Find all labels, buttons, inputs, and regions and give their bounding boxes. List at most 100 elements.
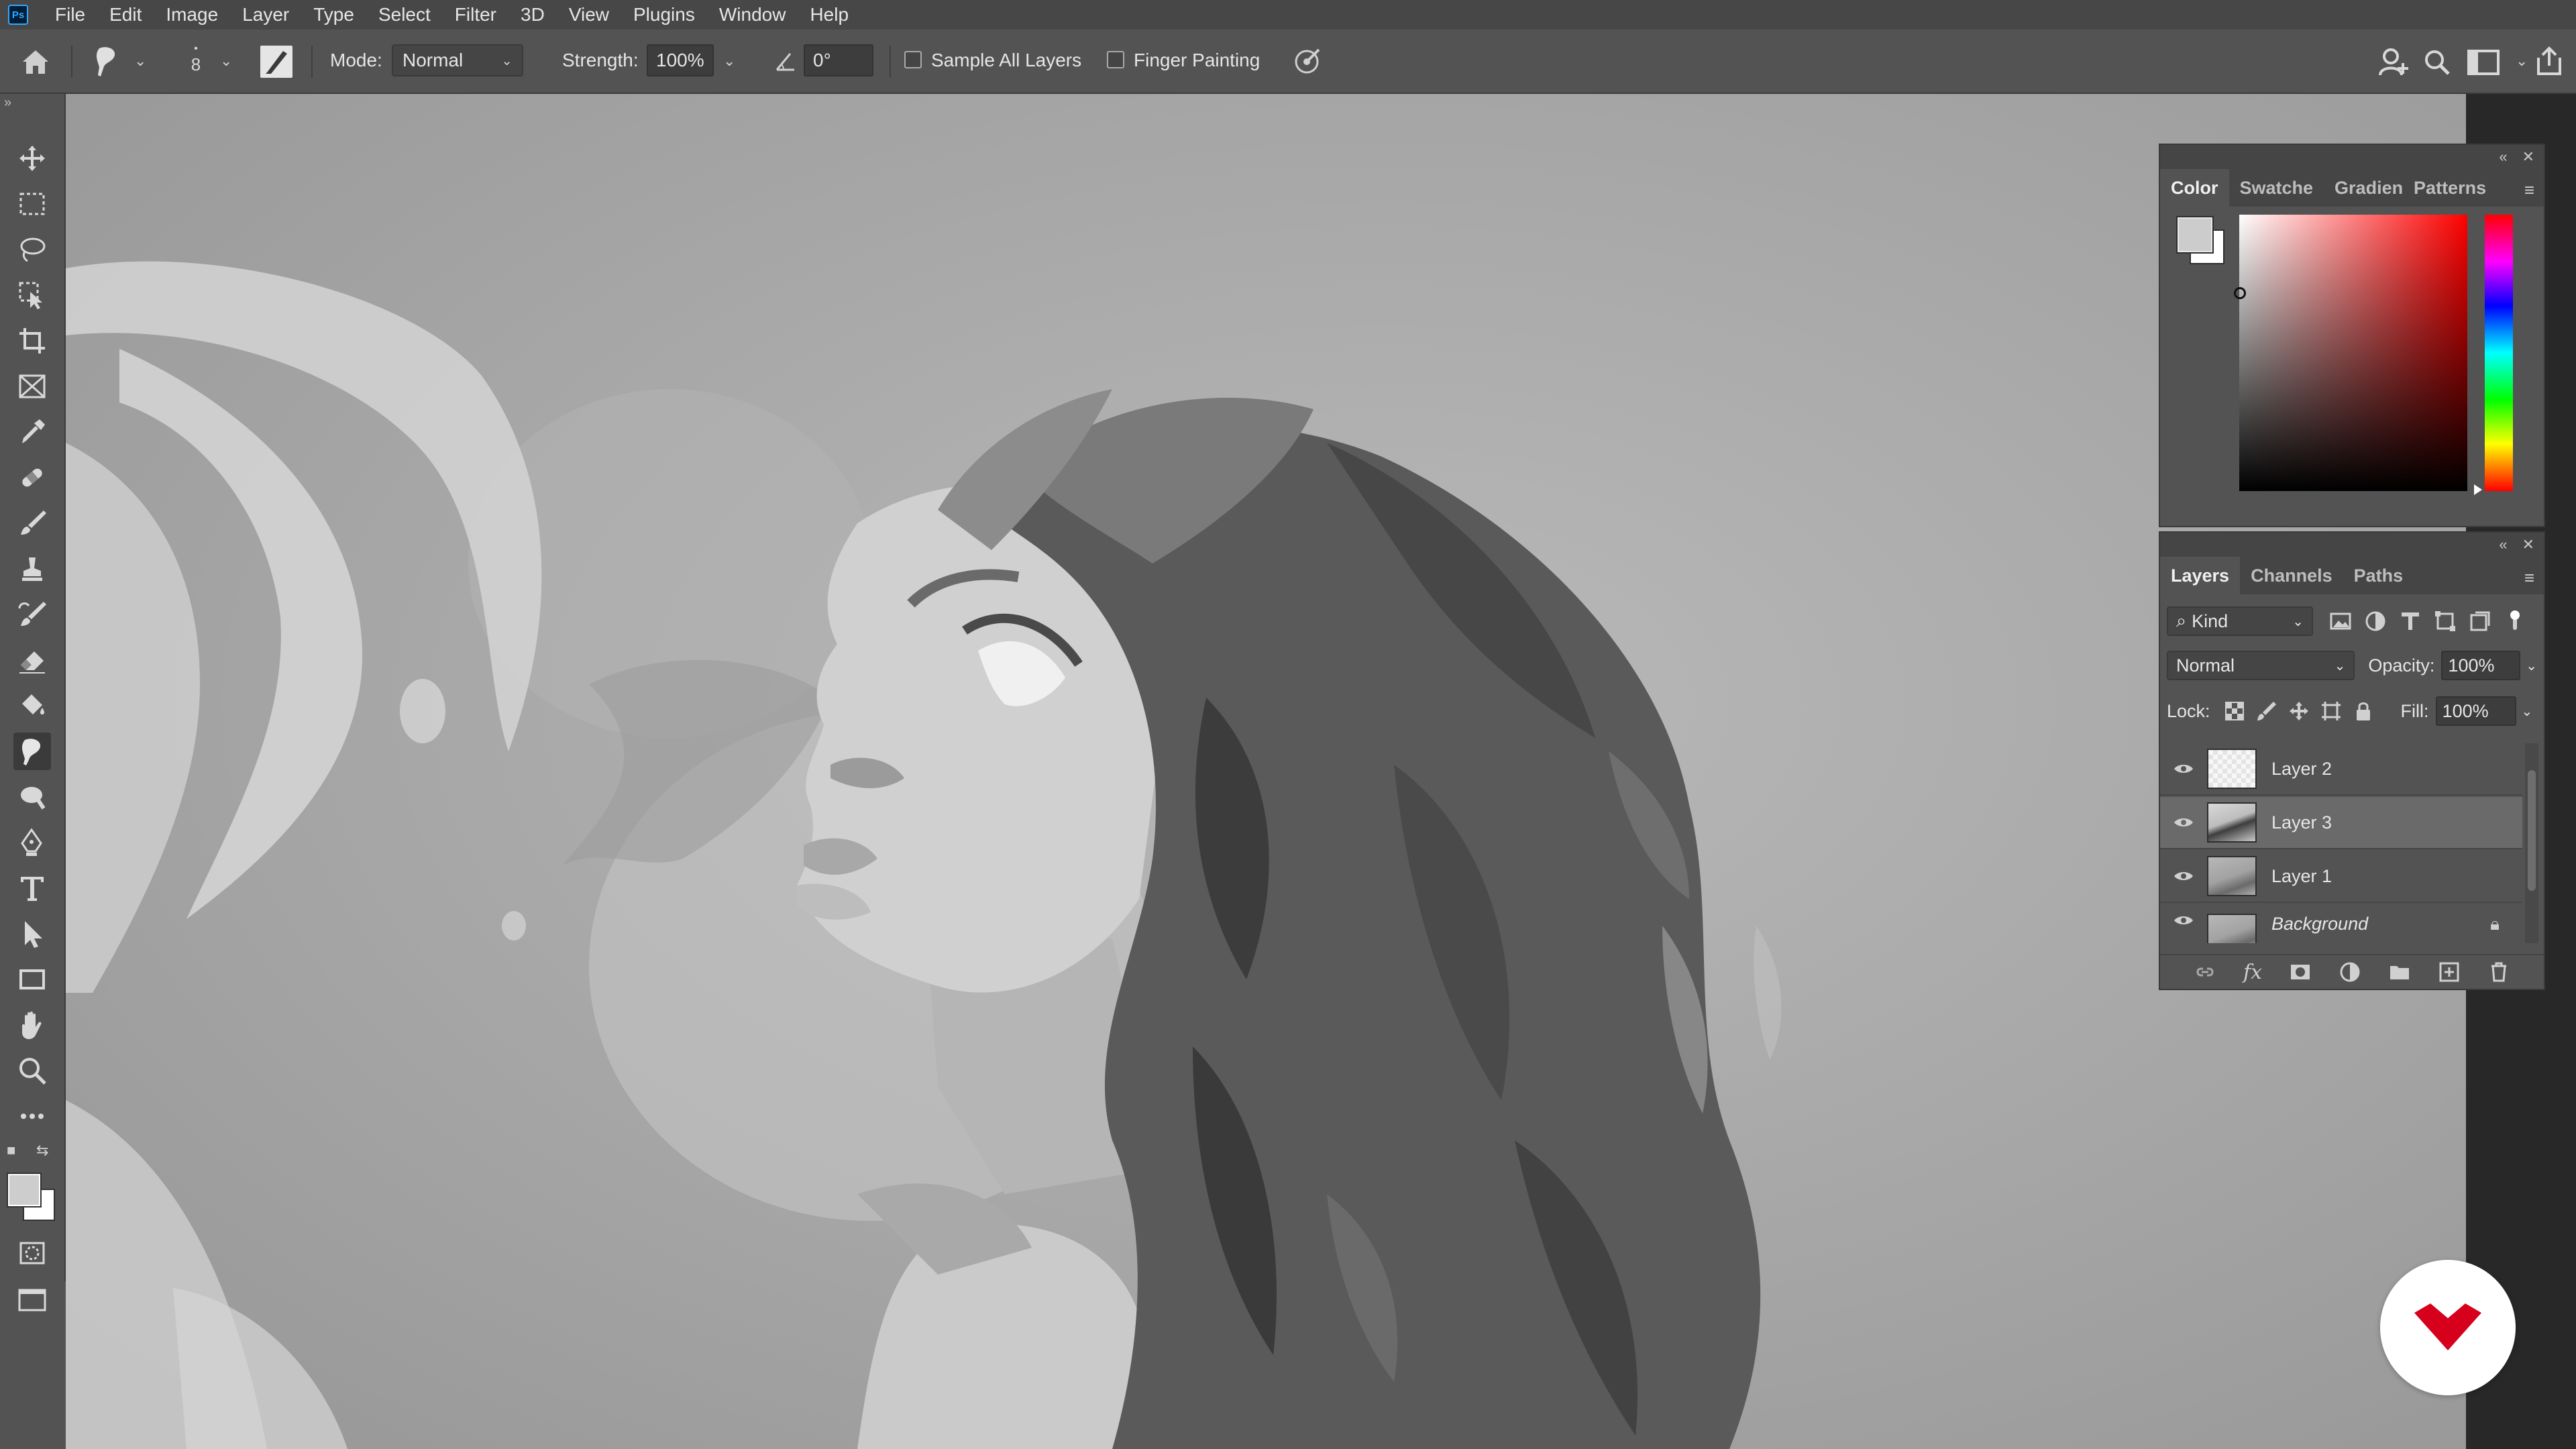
visibility-eye-icon[interactable]	[2160, 869, 2207, 883]
share-profile-icon[interactable]	[2377, 46, 2411, 78]
pressure-strength-icon[interactable]	[1292, 46, 1323, 76]
adjustment-layer-filter-icon[interactable]	[2364, 610, 2387, 633]
home-icon[interactable]	[20, 47, 51, 76]
menu-filter[interactable]: Filter	[443, 4, 508, 25]
smudge-tool[interactable]	[13, 733, 51, 770]
sample-all-layers-checkbox[interactable]	[904, 51, 922, 68]
fill-field[interactable]: 100%	[2435, 696, 2516, 726]
marquee-tool[interactable]	[13, 185, 51, 223]
type-layer-filter-icon[interactable]	[2399, 610, 2422, 633]
menu-file[interactable]: File	[43, 4, 97, 25]
hue-slider[interactable]	[2485, 215, 2513, 491]
clone-stamp-tool[interactable]	[13, 550, 51, 588]
new-group-folder-icon[interactable]	[2388, 961, 2411, 983]
lock-transparent-pixels-icon[interactable]	[2224, 700, 2245, 722]
tab-color[interactable]: Color	[2160, 169, 2229, 207]
mode-dropdown[interactable]: Normal ⌄	[392, 44, 523, 76]
edit-toolbar-button[interactable]	[13, 1097, 51, 1135]
blend-mode-dropdown[interactable]: Normal ⌄	[2167, 651, 2355, 680]
collapse-panel-icon[interactable]: «	[2499, 148, 2507, 166]
hue-slider-indicator[interactable]	[2474, 484, 2482, 495]
collapse-toolbar-icon[interactable]: »	[4, 95, 11, 111]
quick-mask-button[interactable]	[13, 1234, 51, 1272]
tool-preset-chevron-icon[interactable]: ⌄	[134, 52, 146, 70]
layer-row-layer-3[interactable]: Layer 3	[2160, 797, 2522, 849]
hand-tool[interactable]	[13, 1006, 51, 1044]
menu-layer[interactable]: Layer	[230, 4, 301, 25]
swap-colors-icon[interactable]: ⇆	[36, 1142, 48, 1159]
tab-layers[interactable]: Layers	[2160, 557, 2241, 594]
history-brush-tool[interactable]	[13, 596, 51, 633]
menu-image[interactable]: Image	[154, 4, 230, 25]
smudge-preset-icon[interactable]	[93, 46, 121, 78]
filter-toggle-icon[interactable]	[2504, 610, 2526, 633]
menu-select[interactable]: Select	[366, 4, 443, 25]
tab-swatches[interactable]: Swatche	[2229, 169, 2324, 207]
visibility-eye-icon[interactable]	[2160, 816, 2207, 829]
frame-tool[interactable]	[13, 368, 51, 405]
tab-channels[interactable]: Channels	[2240, 557, 2343, 594]
delete-layer-trash-icon[interactable]	[2487, 961, 2510, 983]
tab-patterns[interactable]: Patterns	[2403, 169, 2497, 207]
close-icon[interactable]: ✕	[2522, 148, 2534, 166]
layer-style-fx-icon[interactable]: fx	[2243, 961, 2262, 984]
smart-object-filter-icon[interactable]	[2469, 610, 2491, 633]
paint-bucket-tool[interactable]	[13, 687, 51, 724]
search-icon[interactable]	[2423, 48, 2451, 76]
tab-paths[interactable]: Paths	[2343, 557, 2414, 594]
lock-image-pixels-icon[interactable]	[2256, 700, 2277, 722]
layer-lock-icon[interactable]: 🔒︎	[2490, 914, 2500, 935]
foreground-color-swatch[interactable]	[2176, 216, 2214, 254]
menu-edit[interactable]: Edit	[97, 4, 154, 25]
color-picker-cursor[interactable]	[2234, 287, 2246, 299]
move-tool[interactable]	[13, 140, 51, 177]
layers-scrollbar[interactable]	[2525, 743, 2538, 943]
rectangle-tool[interactable]	[13, 961, 51, 998]
scrollbar-thumb[interactable]	[2528, 770, 2536, 891]
saturation-brightness-field[interactable]	[2239, 215, 2467, 491]
menu-help[interactable]: Help	[798, 4, 861, 25]
default-colors-icon[interactable]: ■	[7, 1142, 15, 1159]
menu-plugins[interactable]: Plugins	[621, 4, 707, 25]
brush-picker-chevron-icon[interactable]: ⌄	[220, 52, 232, 70]
healing-brush-tool[interactable]	[13, 459, 51, 496]
eraser-tool[interactable]	[13, 641, 51, 679]
menu-type[interactable]: Type	[301, 4, 366, 25]
visibility-eye-icon[interactable]	[2160, 762, 2207, 775]
finger-painting-checkbox[interactable]	[1107, 51, 1124, 68]
tab-gradients[interactable]: Gradient	[2324, 169, 2403, 207]
lock-artboard-icon[interactable]	[2320, 700, 2342, 722]
visibility-eye-icon[interactable]	[2160, 914, 2207, 927]
opacity-slider-chevron-icon[interactable]: ⌄	[2526, 657, 2537, 674]
layer-row-layer-2[interactable]: Layer 2	[2160, 743, 2522, 796]
menu-view[interactable]: View	[557, 4, 621, 25]
fill-slider-chevron-icon[interactable]: ⌄	[2522, 703, 2533, 720]
brush-tool[interactable]	[13, 504, 51, 542]
collapse-panel-icon[interactable]: «	[2499, 536, 2507, 553]
eyedropper-tool[interactable]	[13, 413, 51, 451]
lock-position-icon[interactable]	[2288, 700, 2310, 722]
object-selection-tool[interactable]	[13, 276, 51, 314]
add-mask-icon[interactable]	[2289, 961, 2312, 983]
filter-kind-dropdown[interactable]: ⌕ Kind ⌄	[2167, 606, 2313, 636]
new-layer-icon[interactable]	[2438, 961, 2461, 983]
zoom-tool[interactable]	[13, 1052, 51, 1089]
panel-menu-icon[interactable]: ≡	[2524, 180, 2534, 201]
screen-mode-button[interactable]	[13, 1281, 51, 1319]
brush-size-preview[interactable]: • 8	[188, 43, 204, 74]
layer-row-layer-1[interactable]: Layer 1	[2160, 851, 2522, 903]
panel-menu-icon[interactable]: ≡	[2524, 568, 2534, 588]
new-fill-adjustment-icon[interactable]	[2339, 961, 2361, 983]
pen-tool[interactable]	[13, 824, 51, 861]
strength-slider-chevron-icon[interactable]: ⌄	[723, 52, 735, 70]
workspace-chevron-icon[interactable]: ⌄	[2516, 52, 2528, 70]
layer-row-background[interactable]: Background 🔒︎	[2160, 904, 2522, 943]
crop-tool[interactable]	[13, 322, 51, 360]
workspace-icon[interactable]	[2467, 50, 2500, 75]
link-layers-icon[interactable]	[2194, 961, 2216, 983]
dodge-tool[interactable]	[13, 778, 51, 816]
strength-field[interactable]: 100%	[647, 44, 714, 76]
pixel-layer-filter-icon[interactable]	[2329, 610, 2352, 633]
opacity-field[interactable]: 100%	[2441, 651, 2521, 680]
shape-layer-filter-icon[interactable]	[2434, 610, 2457, 633]
